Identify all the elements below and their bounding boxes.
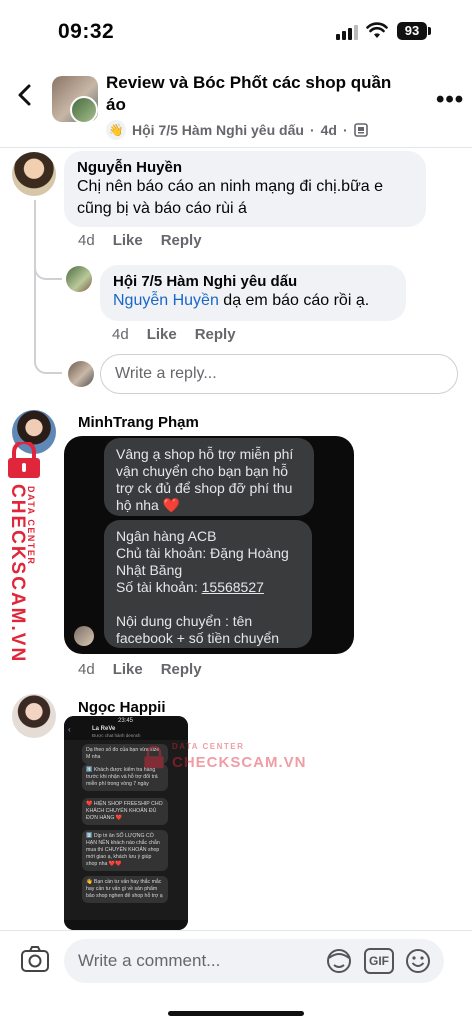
group-privacy-icon — [353, 123, 368, 137]
comment-time: 4d — [78, 661, 95, 678]
home-indicator — [168, 1011, 304, 1016]
reply-placeholder: Write a reply... — [115, 365, 217, 382]
watermark-brand: CHECKSCAM.VN — [172, 754, 307, 771]
like-button[interactable]: Like — [113, 232, 143, 249]
watermark-vertical: DATA CENTER CHECKSCAM.VN — [4, 442, 44, 663]
owner-line: Chủ tài khoản: Đặng Hoàng Nhật Băng — [116, 545, 289, 578]
watermark-brand: CHECKSCAM.VN — [7, 484, 28, 664]
post-meta: 👋 Hội 7/5 Hàm Nghi yêu dấu · 4d · — [106, 120, 368, 140]
back-arrow-icon[interactable] — [14, 82, 36, 108]
reply-text: Nguyễn Huyền dạ em báo cáo rồi ạ. — [113, 290, 393, 312]
chat-back-icon: ‹ — [68, 725, 71, 734]
avatar-group[interactable] — [66, 266, 92, 292]
more-options-icon[interactable]: ••• — [436, 86, 464, 114]
content-line: Nội dung chuyển : tên facebook + số tiền… — [116, 613, 280, 646]
mention-link[interactable]: Nguyễn Huyền — [113, 292, 219, 309]
comment-actions: 4d Like Reply — [78, 661, 202, 678]
chat-message: 2️⃣ Dịp tri ân SỐ LƯỢNG CÓ HẠN NÊN khách… — [82, 830, 168, 871]
avatar-nguyen-huyen[interactable] — [12, 152, 56, 196]
gif-label: GIF — [369, 954, 389, 968]
camera-icon[interactable] — [20, 945, 50, 973]
account-number: 15568527 — [201, 579, 264, 595]
avatar-ngoc-happii[interactable] — [12, 694, 56, 738]
chat-time: 23:45 — [118, 718, 134, 724]
battery-indicator: 93 — [397, 22, 427, 40]
chat-top-bar: 23:45 La ReVe Được chat hành dennsh ‹ — [64, 716, 188, 740]
status-time: 09:32 — [58, 20, 115, 43]
post-header: Review và Bóc Phốt các shop quần áo 👋 Hộ… — [0, 56, 472, 148]
cellular-signal-icon — [336, 24, 358, 40]
chat-shop-name: La ReVe — [92, 726, 116, 732]
chat-shop-status: Được chat hành dennsh — [92, 733, 141, 738]
comment-placeholder: Write a comment... — [78, 951, 221, 970]
reply-button[interactable]: Reply — [161, 232, 202, 249]
group-title[interactable]: Review và Bóc Phốt các shop quần áo — [106, 72, 406, 116]
reply-button[interactable]: Reply — [195, 326, 236, 343]
comment-bubble[interactable]: Nguyễn Huyền Chị nên báo cáo an ninh mạn… — [64, 151, 426, 227]
chat-message: 👋 Bạn cần tư vấn hay thắc mắc hay cần tư… — [82, 876, 168, 903]
comment-author[interactable]: Ngọc Happii — [78, 699, 166, 716]
watermark-horizontal: DATA CENTER CHECKSCAM.VN — [142, 740, 306, 774]
reply-input[interactable]: Write a reply... — [100, 354, 458, 394]
reply-actions: 4d Like Reply — [112, 326, 236, 343]
reply-time: 4d — [112, 326, 129, 343]
like-button[interactable]: Like — [147, 326, 177, 343]
chat-message-bank: Ngân hàng ACB Chủ tài khoản: Đặng Hoàng … — [104, 520, 312, 648]
wave-hand-icon: 👋 — [106, 120, 126, 140]
comment-actions: 4d Like Reply — [78, 232, 202, 249]
reply-bubble[interactable]: Hội 7/5 Hàm Nghi yêu dấu Nguyễn Huyền dạ… — [100, 265, 406, 321]
comment-author[interactable]: Nguyễn Huyền — [77, 159, 413, 176]
lock-icon — [144, 746, 164, 769]
comment-time: 4d — [78, 232, 95, 249]
chat-message: Vâng ạ shop hỗ trợ miễn phí vận chuyển c… — [104, 438, 314, 516]
poster-avatar[interactable] — [70, 96, 98, 124]
wifi-icon — [366, 22, 388, 38]
like-button[interactable]: Like — [113, 661, 143, 678]
avatar-sticker-icon[interactable] — [324, 946, 354, 976]
lock-icon — [8, 442, 40, 478]
reply-button[interactable]: Reply — [161, 661, 202, 678]
battery-tip — [428, 27, 431, 35]
account-label: Số tài khoản: — [116, 579, 202, 595]
account-line: Số tài khoản: 15568527 — [116, 579, 300, 596]
emoji-icon[interactable] — [404, 947, 432, 975]
reply-author[interactable]: Hội 7/5 Hàm Nghi yêu dấu — [113, 273, 393, 290]
status-bar: 09:32 93 — [0, 0, 472, 56]
comment-author[interactable]: MinhTrang Phạm — [78, 414, 199, 431]
comment-image-screenshot[interactable]: Vâng ạ shop hỗ trợ miễn phí vận chuyển c… — [64, 436, 354, 654]
comment-text: Chị nên báo cáo an ninh mạng đi chị.bữa … — [77, 178, 384, 217]
watermark-label: DATA CENTER — [172, 742, 245, 751]
reply-body: dạ em báo cáo rồi ạ. — [218, 292, 370, 309]
chat-input-bar — [64, 920, 188, 930]
bank-line: Ngân hàng ACB — [116, 528, 217, 544]
chat-sender-avatar — [74, 626, 94, 646]
meta-separator: · — [309, 122, 315, 138]
chat-message: ❤️ HIỆN SHOP FREESHIP CHO KHÁCH CHUYỂN K… — [82, 798, 168, 825]
thread-connector — [34, 276, 62, 374]
meta-separator-2: · — [342, 122, 348, 138]
comment-input[interactable]: Write a comment... GIF — [64, 939, 444, 983]
comment-bar: Write a comment... GIF — [0, 930, 472, 1024]
subgroup-name[interactable]: Hội 7/5 Hàm Nghi yêu dấu — [132, 122, 304, 138]
post-time: 4d — [320, 122, 337, 138]
my-avatar — [68, 361, 94, 387]
gif-button[interactable]: GIF — [364, 948, 394, 974]
